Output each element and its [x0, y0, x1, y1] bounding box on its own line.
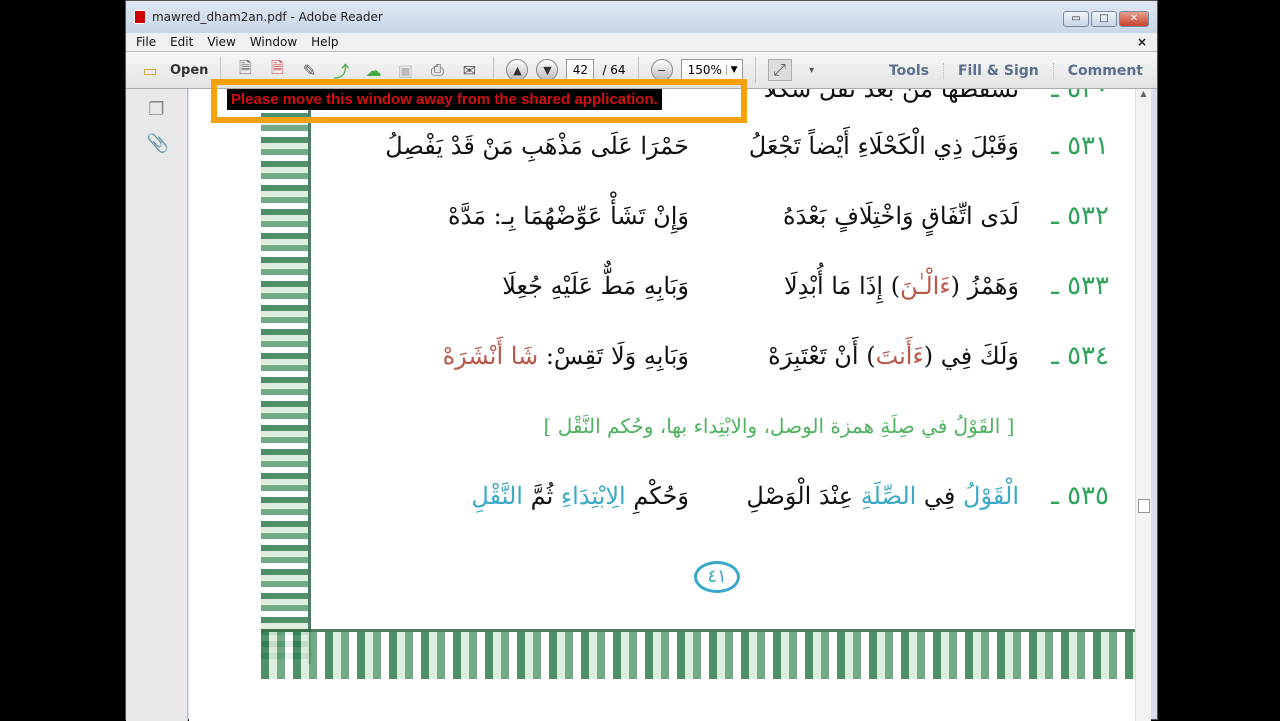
- print-icon[interactable]: ⎙: [425, 59, 449, 81]
- menu-window[interactable]: Window: [250, 35, 297, 49]
- close-button[interactable]: ✕: [1119, 11, 1149, 27]
- verse-row: ٥٣٣ ـ وَهَمْزُ (ءَالْـٰنَ) إِذَا مَا أُب…: [359, 251, 1109, 321]
- text: وَهَمْزُ (: [950, 272, 1019, 300]
- scroll-up-arrow-icon[interactable]: ▲: [1136, 89, 1151, 98]
- comment-link[interactable]: Comment: [1052, 63, 1157, 79]
- text: فِي: [916, 482, 964, 510]
- tools-link[interactable]: Tools: [875, 63, 943, 79]
- minimize-button[interactable]: ▭: [1063, 11, 1089, 27]
- next-page-button[interactable]: ▼: [536, 59, 559, 81]
- text: عِنْدَ الْوَصْلِ: [746, 482, 861, 510]
- verse-second-half: وَحُكْمِ الِابْتِدَاءِ ثُمَّ النَّقْلِ: [359, 482, 689, 510]
- toolbar-options-icon[interactable]: ▾: [800, 59, 824, 81]
- verse-row: ٥٣٥ ـ الْقَوْلُ فِي الصِّلَةِ عِنْدَ الْ…: [359, 461, 1109, 531]
- zoom-value: 150%: [687, 63, 722, 77]
- highlight-word: ءَالْـٰنَ: [900, 272, 951, 300]
- text: وَحُكْمِ: [625, 482, 689, 510]
- pdf-icon: [134, 10, 146, 24]
- verse-number: ٥٣١ ـ: [1051, 131, 1109, 161]
- fit-window-icon[interactable]: ⤢: [767, 59, 792, 81]
- maximize-button[interactable]: □: [1091, 11, 1117, 27]
- save-icon[interactable]: ▣: [393, 59, 417, 81]
- verse-first-half: وَلَكَ فِي (ءَأَنتَ) أَنْ تَعْتَبِرَهْ: [689, 342, 1019, 370]
- page-number-input[interactable]: 42: [566, 59, 595, 81]
- menu-help[interactable]: Help: [311, 35, 338, 49]
- create-pdf-icon[interactable]: 🗎: [233, 58, 257, 81]
- zoom-out-button[interactable]: −: [650, 59, 673, 81]
- navigation-pane: ❐ 📎: [126, 89, 188, 721]
- menu-edit[interactable]: Edit: [170, 35, 193, 49]
- scrollbar-thumb[interactable]: [1138, 499, 1150, 513]
- decorative-border-left: [261, 89, 311, 664]
- verse-second-half: وَإِنْ تَشَأْ عَوِّضْهُمَا بِـ: مَدَّهْ: [448, 202, 689, 230]
- verse-number: ٥٣٤ ـ: [1051, 341, 1109, 371]
- cloud-upload-icon[interactable]: ☁: [361, 59, 385, 81]
- warning-text: Please move this window away from the sh…: [227, 89, 662, 110]
- title-bar: mawred_dham2an.pdf - Adobe Reader ▭ □ ✕: [126, 1, 1157, 33]
- vertical-scrollbar[interactable]: ▲: [1135, 89, 1151, 721]
- text: ) أَنْ تَعْتَبِرَهْ: [768, 342, 876, 370]
- page-thumbnails-icon[interactable]: ❐: [147, 99, 167, 121]
- close-document-button[interactable]: ×: [1137, 35, 1147, 49]
- page-number-badge: ٤١: [694, 561, 740, 593]
- verse-row: ٥٣٤ ـ وَلَكَ فِي (ءَأَنتَ) أَنْ تَعْتَبِ…: [359, 321, 1109, 391]
- verses: ٥٣٠ ـ تسقطها من بعد نقل شكلا ٥٣١ ـ وَقَب…: [359, 89, 1109, 531]
- section-heading: [ القَوْلُ في صِلَةِ همزة الوصل، والابْت…: [543, 414, 1015, 438]
- verse-number: ٥٣٠ ـ: [1051, 89, 1109, 104]
- divider: [754, 57, 756, 83]
- previous-page-button[interactable]: ▲: [506, 59, 529, 81]
- share-folder-icon[interactable]: ⤴: [329, 59, 353, 81]
- verse-first-half: لَدَى اتِّفَاقٍ وَاخْتِلَافٍ بَعْدَهُ: [783, 202, 1019, 230]
- verse-second-half: وَبَابِهِ مَطٌّ عَلَيْهِ جُعِلَا: [502, 272, 689, 300]
- window-title: mawred_dham2an.pdf - Adobe Reader: [152, 10, 383, 24]
- text: وَلَكَ فِي (: [923, 342, 1019, 370]
- verse-number: ٥٣٣ ـ: [1051, 271, 1109, 301]
- menu-file[interactable]: File: [136, 35, 156, 49]
- text: وَبَابِهِ وَلَا تَقِسْ:: [538, 342, 689, 370]
- verse-first-half: وَهَمْزُ (ءَالْـٰنَ) إِذَا مَا أُبْدِلَا: [689, 272, 1019, 300]
- highlight-word: الصِّلَةِ: [860, 482, 917, 510]
- open-button[interactable]: Open: [170, 63, 208, 78]
- document-view: ٥٣٠ ـ تسقطها من بعد نقل شكلا ٥٣١ ـ وَقَب…: [189, 89, 1136, 721]
- text: ثُمَّ: [522, 482, 561, 510]
- verse-row: ٥٣٢ ـ لَدَى اتِّفَاقٍ وَاخْتِلَافٍ بَعْد…: [359, 181, 1109, 251]
- screen-share-warning: Please move this window away from the sh…: [211, 79, 747, 123]
- verse-first-half: الْقَوْلُ فِي الصِّلَةِ عِنْدَ الْوَصْلِ: [689, 482, 1019, 510]
- verse-second-half: حَمْرَا عَلَى مَذْهَبِ مَنْ قَدْ يَفْصِل…: [385, 132, 689, 160]
- menu-view[interactable]: View: [207, 35, 235, 49]
- chevron-down-icon: ▼: [725, 65, 742, 75]
- folder-icon[interactable]: ▭: [138, 59, 162, 81]
- verse-second-half: وَبَابِهِ وَلَا تَقِسْ: شَا أَنْشَرَهْ: [359, 342, 689, 370]
- attachments-icon[interactable]: 📎: [147, 133, 169, 155]
- verse-number: ٥٣٥ ـ: [1051, 481, 1109, 511]
- highlight-word: النَّقْلِ: [471, 482, 523, 510]
- highlight-word: الْقَوْلُ: [963, 482, 1019, 510]
- email-icon[interactable]: ✉: [457, 59, 481, 81]
- fill-sign-link[interactable]: Fill & Sign: [942, 63, 1053, 79]
- page-total: / 64: [602, 63, 626, 77]
- verse-first-half: وَقَبْلَ ذِي الْكَحْلَاءِ أَيْضاً تَجْعَ…: [748, 132, 1019, 160]
- verse-number: ٥٣٢ ـ: [1051, 201, 1109, 231]
- text: ) إِذَا مَا أُبْدِلَا: [783, 272, 901, 300]
- zoom-select[interactable]: 150% ▼: [680, 59, 743, 81]
- highlight-word: ءَأَنتَ: [875, 342, 924, 370]
- decorative-border-bottom: [261, 629, 1136, 679]
- highlight-word: شَا أَنْشَرَهْ: [442, 342, 539, 370]
- export-pdf-icon[interactable]: 🗎: [265, 58, 289, 81]
- menu-bar: File Edit View Window Help ×: [126, 33, 1157, 51]
- edit-pdf-icon[interactable]: ✎: [297, 59, 321, 81]
- highlight-word: الِابْتِدَاءِ: [560, 482, 626, 510]
